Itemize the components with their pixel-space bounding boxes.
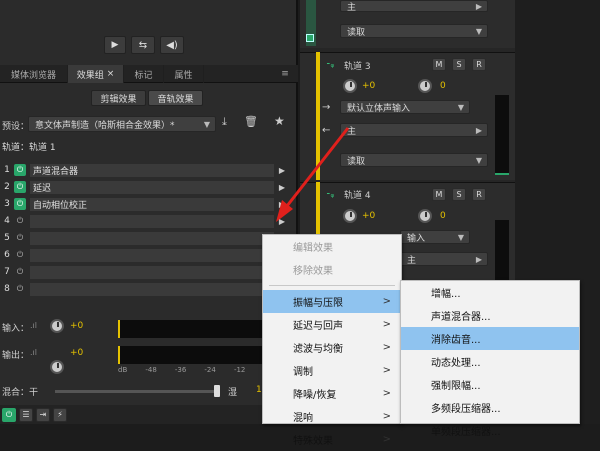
chevron-right-icon: > — [382, 365, 391, 376]
menu-item-label: 增幅... — [431, 289, 461, 300]
chevron-right-icon: > — [382, 319, 391, 330]
menu-item[interactable]: 振幅与压限 > — [263, 290, 401, 313]
menu-item-label: 混响 — [293, 413, 313, 424]
chevron-right-icon: > — [382, 342, 391, 353]
menu-item-label: 滤波与均衡 — [293, 344, 343, 355]
menu-item-label: 消除齿音... — [431, 335, 481, 346]
menu-item-label: 降噪/恢复 — [293, 390, 337, 401]
menu-item-label: 调制 — [293, 367, 313, 378]
menu-item-label: 多频段压缩器... — [431, 404, 501, 415]
menu-item[interactable]: 动态处理... — [401, 350, 579, 373]
menu-item[interactable]: 延迟与回声 > — [263, 313, 401, 336]
menu-item[interactable]: 调制 > — [263, 359, 401, 382]
chevron-right-icon: > — [382, 388, 391, 399]
menu-item[interactable]: 移除效果 — [263, 258, 401, 281]
chevron-right-icon: > — [382, 434, 391, 445]
menu-item[interactable]: 降噪/恢复 > — [263, 382, 401, 405]
menu-item-label: 编辑效果 — [293, 243, 333, 254]
menu-item[interactable]: 声道混合器... — [401, 304, 579, 327]
submenu-amplitude: 增幅... 声道混合器... 消除齿音... 动态处理... 强制限幅... 多频段压缩器… — [400, 280, 580, 438]
context-menu: 编辑效果移除效果 振幅与压限 > 延迟与回声 > 滤波与均衡 > 调制 > 降噪/恢复 > 混响 > 特… — [262, 234, 402, 447]
chevron-right-icon: > — [382, 411, 391, 422]
menu-item-label: 单频段压缩器... — [431, 427, 501, 438]
menu-item-label: 延迟与回声 — [293, 321, 343, 332]
menu-item[interactable]: 增幅... — [401, 281, 579, 304]
menu-item-label: 特殊效果 — [293, 436, 333, 447]
menu-item-label: 动态处理... — [431, 358, 481, 369]
menu-item-label: 强制限幅... — [431, 381, 481, 392]
menu-item[interactable]: 强制限幅... — [401, 373, 579, 396]
menu-item[interactable]: 滤波与均衡 > — [263, 336, 401, 359]
menu-item[interactable]: 多频段压缩器... — [401, 396, 579, 419]
chevron-right-icon: > — [382, 296, 391, 307]
menu-item-label: 振幅与压限 — [293, 298, 343, 309]
menu-item[interactable]: 混响 > — [263, 405, 401, 428]
menu-item[interactable]: 特殊效果 > — [263, 428, 401, 451]
menu-item[interactable]: 编辑效果 — [263, 235, 401, 258]
menu-item[interactable]: 单频段压缩器... — [401, 419, 579, 442]
menu-item-label: 声道混合器... — [431, 312, 491, 323]
menu-item-label: 移除效果 — [293, 266, 333, 277]
menu-item[interactable]: 消除齿音... — [401, 327, 579, 350]
